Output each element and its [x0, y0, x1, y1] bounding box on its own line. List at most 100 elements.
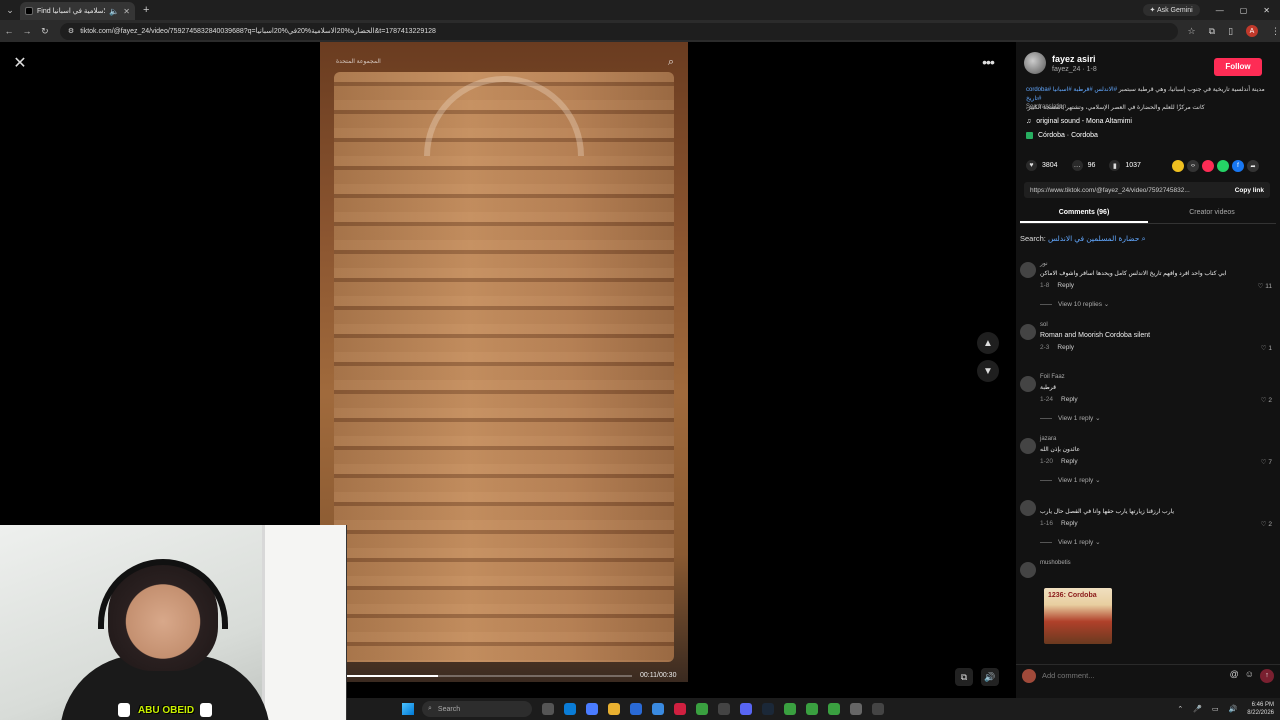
- commenter-avatar[interactable]: [1020, 262, 1036, 278]
- author-name[interactable]: fayez asiri: [1052, 54, 1097, 64]
- new-tab-icon[interactable]: +: [143, 4, 149, 16]
- browser-menu-icon[interactable]: ⋮: [1271, 26, 1280, 37]
- reply-button[interactable]: Reply: [1061, 458, 1078, 465]
- previous-video-button[interactable]: ▲: [977, 332, 999, 354]
- share-snapchat-icon[interactable]: [1172, 160, 1184, 172]
- see-translation-link[interactable]: See translation: [1026, 104, 1066, 110]
- author-block[interactable]: fayez asiri fayez_24 · 1-8: [1024, 52, 1097, 74]
- obs-icon[interactable]: [872, 703, 884, 715]
- comment-like[interactable]: ♡ 11: [1258, 282, 1272, 290]
- commenter-avatar[interactable]: [1020, 500, 1036, 516]
- commenter-avatar[interactable]: [1020, 438, 1036, 454]
- chrome-icon[interactable]: [696, 703, 708, 715]
- commenter-name[interactable]: mushobetis: [1040, 560, 1071, 566]
- tab-mute-icon[interactable]: 🔈: [109, 7, 119, 16]
- tab-creator-videos[interactable]: Creator videos: [1148, 206, 1276, 223]
- save-stat[interactable]: ▮ 1037: [1109, 160, 1141, 171]
- next-video-button[interactable]: ▼: [977, 360, 999, 382]
- view-replies-button[interactable]: View 1 reply ⌄: [1040, 414, 1101, 422]
- post-comment-button[interactable]: ↑: [1260, 668, 1274, 683]
- video-search-icon[interactable]: ⌕: [668, 56, 674, 69]
- sound-link[interactable]: ♫ original sound - Mona Altamimi: [1026, 118, 1132, 125]
- task-view-icon[interactable]: [542, 703, 554, 715]
- maximize-icon[interactable]: ▢: [1240, 6, 1248, 15]
- copy-link-button[interactable]: Copy link: [1235, 187, 1264, 194]
- commenter-name[interactable]: نور: [1040, 260, 1048, 267]
- tab-list-icon[interactable]: ⌄: [0, 0, 20, 20]
- edge-icon[interactable]: [564, 703, 576, 715]
- reply-button[interactable]: Reply: [1061, 396, 1078, 403]
- tab-close-icon[interactable]: ✕: [123, 7, 130, 16]
- forward-icon[interactable]: →: [18, 26, 36, 36]
- speaker-icon[interactable]: 🔊: [1229, 705, 1238, 713]
- commenter-avatar[interactable]: [1020, 324, 1036, 340]
- search-query-link[interactable]: حضارة المسلمين في الاندلس: [1048, 234, 1139, 243]
- app-2-icon[interactable]: [850, 703, 862, 715]
- view-replies-button[interactable]: View 10 replies ⌄: [1040, 300, 1109, 308]
- bookmark-star-icon[interactable]: ☆: [1188, 26, 1196, 37]
- mic-icon[interactable]: 🎤: [1193, 705, 1202, 713]
- site-info-icon[interactable]: ⚙: [68, 27, 74, 35]
- taskbar-search[interactable]: ⌕ Search: [422, 701, 532, 717]
- location-link[interactable]: Córdoba · Cordoba: [1026, 132, 1098, 139]
- volume-icon[interactable]: 🔊: [981, 668, 999, 686]
- commenter-avatar[interactable]: [1020, 376, 1036, 392]
- ask-gemini-button[interactable]: ✦ Ask Gemini: [1142, 4, 1200, 16]
- file-explorer-icon[interactable]: [608, 703, 620, 715]
- more-options-icon[interactable]: •••: [977, 54, 999, 74]
- commenter-name[interactable]: jazara: [1040, 436, 1056, 442]
- extensions-icon[interactable]: ⧉: [1209, 26, 1215, 37]
- back-icon[interactable]: ←: [0, 26, 18, 36]
- chrome-2-icon[interactable]: [806, 703, 818, 715]
- reply-button[interactable]: Reply: [1057, 282, 1074, 289]
- pip-icon[interactable]: ⧉: [955, 668, 973, 686]
- comment-like[interactable]: ♡ 1: [1261, 344, 1272, 352]
- description-hashtags[interactable]: #الاندلس #قرطبة #اسبانيا #cordoba #تاريخ: [1026, 87, 1117, 102]
- comment-image[interactable]: 1236: Cordoba: [1044, 588, 1112, 644]
- profile-avatar[interactable]: A: [1246, 25, 1259, 37]
- copilot-icon[interactable]: [586, 703, 598, 715]
- close-window-icon[interactable]: ✕: [1263, 6, 1270, 15]
- reply-button[interactable]: Reply: [1057, 344, 1074, 351]
- share-more-icon[interactable]: ➦: [1247, 160, 1259, 172]
- tab-comments[interactable]: Comments (96): [1020, 206, 1148, 223]
- video-player[interactable]: المجموعة المتحدة ⌕: [320, 42, 688, 682]
- share-facebook-icon[interactable]: f: [1232, 160, 1244, 172]
- start-icon[interactable]: [402, 703, 414, 715]
- view-replies-button[interactable]: View 1 reply ⌄: [1040, 538, 1101, 546]
- video-progress-bar[interactable]: [346, 675, 632, 677]
- mail-icon[interactable]: [652, 703, 664, 715]
- tray-chevron-icon[interactable]: ⌃: [1177, 705, 1183, 713]
- chrome-active-icon[interactable]: [784, 703, 796, 715]
- split-icon[interactable]: ▯: [1228, 26, 1233, 37]
- share-whatsapp-icon[interactable]: [1217, 160, 1229, 172]
- minimize-icon[interactable]: —: [1216, 6, 1224, 15]
- reply-button[interactable]: Reply: [1061, 520, 1078, 527]
- mention-icon[interactable]: @: [1230, 669, 1239, 683]
- reload-icon[interactable]: ↻: [36, 26, 54, 37]
- add-comment-input[interactable]: Add comment...: [1042, 671, 1224, 680]
- emoji-icon[interactable]: ☺: [1245, 669, 1254, 683]
- store-icon[interactable]: [630, 703, 642, 715]
- discord-icon[interactable]: [740, 703, 752, 715]
- browser-tab[interactable]: Find الحضارة الاسلامية في اسبانيا 🔈 ✕: [20, 2, 135, 20]
- commenter-avatar[interactable]: [1020, 562, 1036, 578]
- view-replies-button[interactable]: View 1 reply ⌄: [1040, 476, 1101, 484]
- comment-stat[interactable]: … 96: [1071, 160, 1095, 171]
- embed-icon[interactable]: ‹›: [1187, 160, 1199, 172]
- taskbar-clock[interactable]: 6:46 PM 8/22/2026: [1247, 701, 1274, 717]
- author-avatar[interactable]: [1024, 52, 1046, 74]
- opera-icon[interactable]: [674, 703, 686, 715]
- steam-icon[interactable]: [762, 703, 774, 715]
- comment-like[interactable]: ♡ 7: [1261, 458, 1272, 466]
- app-icon[interactable]: [718, 703, 730, 715]
- related-search[interactable]: Search: حضارة المسلمين في الاندلس ⌕: [1020, 234, 1146, 244]
- follow-button[interactable]: Follow: [1214, 58, 1262, 76]
- commenter-name[interactable]: sol: [1040, 322, 1048, 328]
- commenter-name[interactable]: Foil Faaz: [1040, 374, 1065, 380]
- comment-like[interactable]: ♡ 2: [1261, 520, 1272, 528]
- share-friends-icon[interactable]: [1202, 160, 1214, 172]
- close-video-icon[interactable]: ✕: [10, 54, 30, 74]
- comment-like[interactable]: ♡ 2: [1261, 396, 1272, 404]
- network-icon[interactable]: ▭: [1212, 705, 1219, 713]
